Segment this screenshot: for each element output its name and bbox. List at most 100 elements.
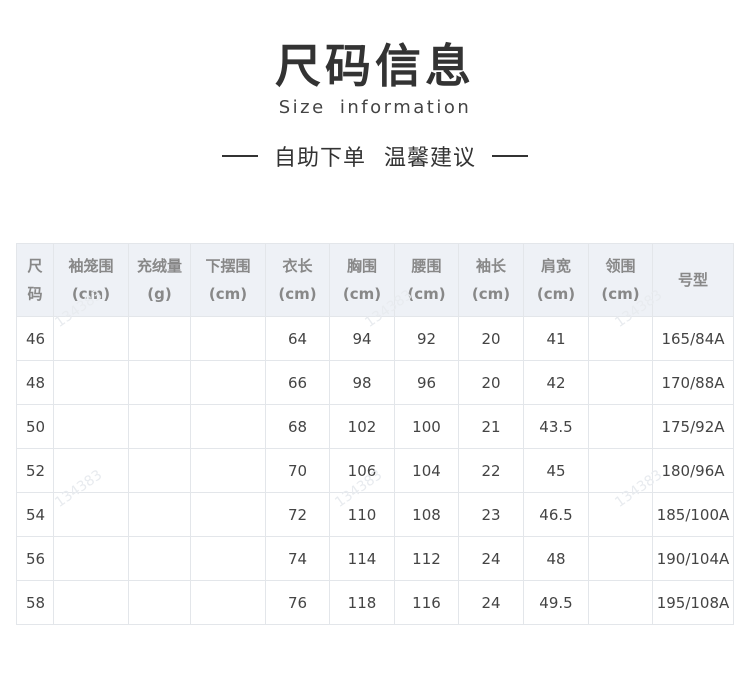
table-cell: 118	[329, 580, 395, 625]
right-dash	[492, 155, 529, 157]
column-header: 尺码	[16, 243, 54, 317]
table-cell	[53, 580, 129, 625]
table-cell	[53, 360, 129, 405]
table-cell	[588, 536, 653, 581]
table-cell	[53, 448, 129, 493]
table-body: 46 64 94 92 20 41 165/84A 48 66 98 96 20 42 170/88A 50…	[16, 316, 734, 625]
table-cell	[128, 448, 191, 493]
table-cell	[588, 360, 653, 405]
column-header-label: 充绒量	[136, 257, 182, 275]
column-header: 号型	[652, 243, 734, 317]
column-header-unit: (g)	[147, 285, 172, 303]
table-cell: 114	[329, 536, 395, 581]
table-cell: 72	[265, 492, 330, 537]
table-cell: 52	[16, 448, 54, 493]
table-cell: 165/84A	[652, 316, 734, 361]
column-header: 袖笼围 (cm)	[53, 243, 129, 317]
column-header-label: 尺	[27, 257, 43, 275]
table-cell: 185/100A	[652, 492, 734, 537]
table-cell: 22	[458, 448, 524, 493]
table-cell: 195/108A	[652, 580, 734, 625]
table-cell: 116	[394, 580, 459, 625]
column-header-unit: (cm)	[278, 285, 317, 303]
table-cell	[128, 360, 191, 405]
column-header-label: 领围	[605, 257, 636, 275]
table-cell	[53, 536, 129, 581]
table-cell: 43.5	[523, 404, 589, 449]
table-cell: 112	[394, 536, 459, 581]
table-cell: 64	[265, 316, 330, 361]
slogan-part-1: 自助下单	[273, 146, 366, 171]
table-cell: 98	[329, 360, 395, 405]
table-cell: 21	[458, 404, 524, 449]
column-header: 下摆围 (cm)	[190, 243, 266, 317]
table-cell: 92	[394, 316, 459, 361]
table-cell: 24	[458, 580, 524, 625]
table-row: 52 70 106 104 22 45 180/96A	[16, 448, 734, 493]
column-header: 胸围 (cm)	[329, 243, 395, 317]
table-cell: 49.5	[523, 580, 589, 625]
table-cell	[128, 580, 191, 625]
table-cell: 96	[394, 360, 459, 405]
column-header-label: 袖笼围	[68, 257, 114, 275]
table-cell	[53, 492, 129, 537]
table-cell: 46.5	[523, 492, 589, 537]
table-cell: 58	[16, 580, 54, 625]
page-title: 尺码信息	[275, 39, 475, 93]
header-row: 尺码袖笼围 (cm) 充绒量 (g) 下摆围 (cm) 衣长 (cm) 胸围 (cm) 腰围 (cm)…	[16, 243, 734, 317]
column-header-unit: (cm)	[407, 285, 446, 303]
table-cell	[588, 316, 653, 361]
column-header: 领围 (cm)	[588, 243, 653, 317]
column-header: 充绒量 (g)	[128, 243, 191, 317]
column-header: 袖长 (cm)	[458, 243, 524, 317]
size-table: 尺码袖笼围 (cm) 充绒量 (g) 下摆围 (cm) 衣长 (cm) 胸围 (cm) 腰围 (cm)…	[16, 243, 734, 625]
table-cell: 76	[265, 580, 330, 625]
table-cell: 70	[265, 448, 330, 493]
table-cell	[190, 492, 266, 537]
table-cell: 94	[329, 316, 395, 361]
table-cell: 42	[523, 360, 589, 405]
table-cell: 66	[265, 360, 330, 405]
table-cell	[53, 404, 129, 449]
table-cell	[190, 580, 266, 625]
table-cell: 106	[329, 448, 395, 493]
table-cell	[128, 492, 191, 537]
table-cell	[190, 536, 266, 581]
table-cell	[588, 580, 653, 625]
table-cell: 175/92A	[652, 404, 734, 449]
column-header-label: 下摆围	[205, 257, 251, 275]
table-cell: 20	[458, 316, 524, 361]
table-cell: 100	[394, 404, 459, 449]
table-cell	[588, 404, 653, 449]
column-header-label: 胸围	[346, 257, 377, 275]
slogan: 自助下单 温馨建议	[0, 141, 750, 171]
column-header: 肩宽 (cm)	[523, 243, 589, 317]
page-subtitle: Size information	[278, 97, 472, 118]
column-header-label: 腰围	[411, 257, 442, 275]
table-cell	[53, 316, 129, 361]
table-cell: 54	[16, 492, 54, 537]
column-header-unit: (cm)	[71, 285, 111, 303]
table-cell: 23	[458, 492, 524, 537]
table-cell: 45	[523, 448, 589, 493]
column-header-label: 肩宽	[540, 257, 571, 275]
table-cell: 56	[16, 536, 54, 581]
table-cell	[588, 492, 653, 537]
table-cell	[190, 404, 266, 449]
table-cell: 104	[394, 448, 459, 493]
table-cell: 48	[523, 536, 589, 581]
table-cell	[190, 316, 266, 361]
table-row: 56 74 114 112 24 48 190/104A	[16, 536, 734, 581]
column-header-unit: (cm)	[208, 285, 248, 303]
table-cell: 48	[16, 360, 54, 405]
column-header-label: 衣长	[282, 257, 313, 275]
table-cell: 50	[16, 404, 54, 449]
column-header-unit: (cm)	[471, 285, 511, 303]
size-table-wrapper: 尺码袖笼围 (cm) 充绒量 (g) 下摆围 (cm) 衣长 (cm) 胸围 (cm) 腰围 (cm)…	[16, 243, 734, 625]
table-cell	[588, 448, 653, 493]
table-cell: 180/96A	[652, 448, 734, 493]
table-cell	[128, 536, 191, 581]
column-header-unit: (cm)	[536, 285, 576, 303]
table-cell: 46	[16, 316, 54, 361]
table-row: 54 72 110 108 23 46.5 185/100A	[16, 492, 734, 537]
